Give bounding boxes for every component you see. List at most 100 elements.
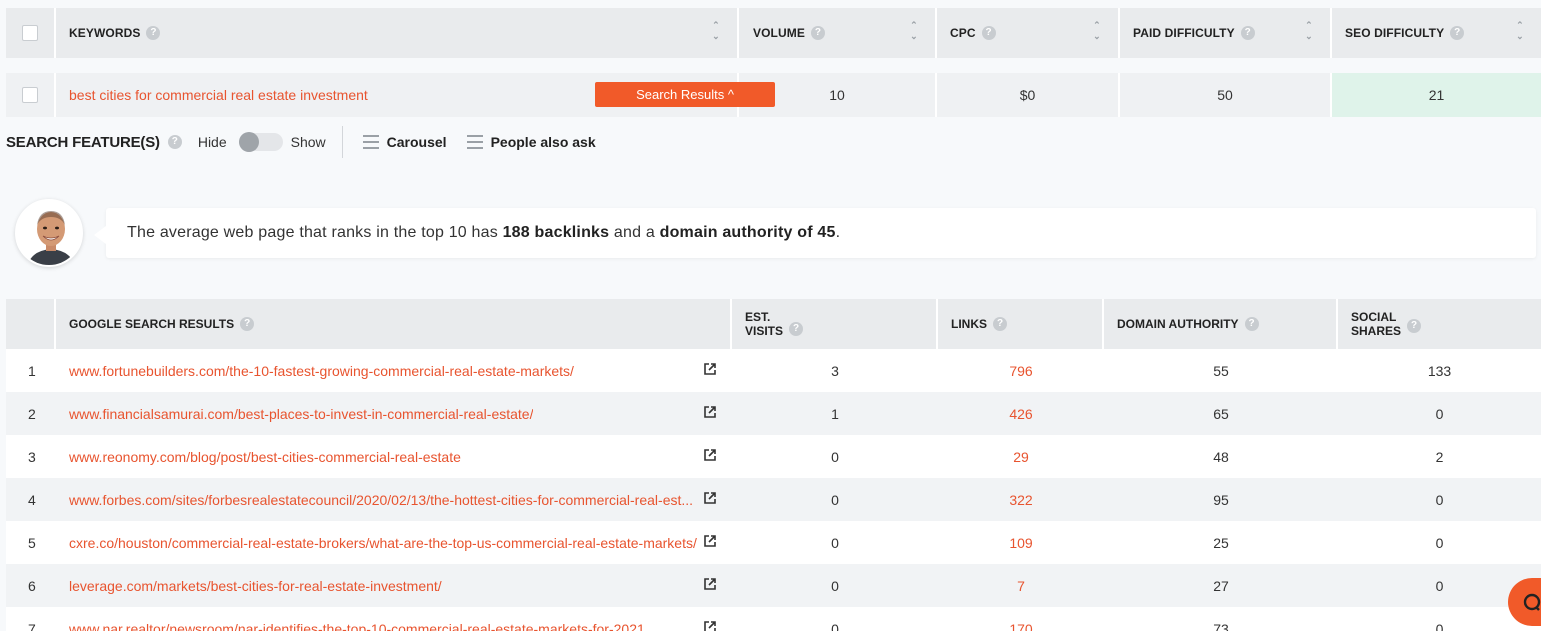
sort-icon[interactable]: ⌃ ⌄ — [1304, 20, 1314, 46]
message-prefix: The average web page that ranks in the t… — [127, 224, 503, 241]
help-icon[interactable]: ? — [1244, 317, 1259, 331]
rank: 6 — [28, 577, 36, 594]
keyword-table-header: KEYWORDS ? ⌃ ⌄ VOLUME ? ⌃ ⌄ CPC ? ⌃ ⌄ PAID … — [6, 8, 1541, 58]
links-header-label: LINKS — [951, 317, 987, 331]
message-middle: and a — [609, 224, 660, 241]
social-shares-column-header: SOCIAL SHARES ? — [1338, 299, 1541, 349]
row-checkbox[interactable] — [22, 87, 38, 103]
seo-difficulty-value: 21 — [1332, 73, 1541, 117]
social-header-label: SOCIAL SHARES — [1351, 310, 1401, 338]
domain-authority: 48 — [1213, 448, 1229, 465]
result-url-link[interactable]: leverage.com/markets/best-cities-for-rea… — [69, 578, 442, 594]
domain-authority: 25 — [1213, 534, 1229, 551]
external-link-icon[interactable] — [704, 449, 716, 461]
keyword-row: best cities for commercial real estate i… — [6, 73, 1541, 117]
help-icon[interactable]: ? — [1240, 26, 1255, 40]
results-table-header: GOOGLE SEARCH RESULTS ? EST. VISITS ? LI… — [6, 299, 1541, 349]
visits-header-line1: EST. — [745, 310, 771, 324]
message-backlinks: 188 backlinks — [502, 224, 610, 241]
rank: 1 — [28, 362, 36, 379]
external-link-icon[interactable] — [704, 406, 716, 418]
show-label: Show — [290, 134, 326, 150]
seo-difficulty-column-header[interactable]: SEO DIFFICULTY ? ⌃ ⌄ — [1332, 8, 1541, 58]
external-link-icon[interactable] — [704, 578, 716, 590]
social-header-line2: SHARES — [1351, 324, 1402, 338]
url-cell: www.reonomy.com/blog/post/best-cities-co… — [56, 435, 732, 478]
visits-column-header: EST. VISITS ? — [732, 299, 938, 349]
external-link-icon[interactable] — [704, 492, 716, 504]
external-link-icon[interactable] — [704, 363, 716, 375]
select-all-checkbox[interactable] — [22, 25, 38, 41]
est-visits: 1 — [831, 405, 839, 422]
rank: 2 — [28, 405, 36, 422]
links-count[interactable]: 426 — [938, 392, 1104, 435]
social-shares: 0 — [1435, 491, 1444, 508]
table-row: 5 cxre.co/houston/commercial-real-estate… — [6, 521, 1541, 564]
cpc-column-header[interactable]: CPC ? ⌃ ⌄ — [937, 8, 1120, 58]
links-count[interactable]: 796 — [938, 349, 1104, 392]
help-icon[interactable]: ? — [993, 317, 1007, 331]
external-link-icon[interactable] — [704, 535, 716, 547]
external-link-icon[interactable] — [704, 621, 716, 631]
sort-icon[interactable]: ⌃ ⌄ — [1515, 20, 1525, 46]
keywords-header-label: KEYWORDS — [69, 26, 141, 40]
url-cell: www.fortunebuilders.com/the-10-fastest-g… — [56, 349, 732, 392]
rank-column-header — [6, 299, 56, 349]
domain-authority-header-label: DOMAIN AUTHORITY — [1117, 317, 1239, 331]
social-shares: 2 — [1435, 448, 1444, 465]
domain-authority: 55 — [1213, 362, 1229, 379]
help-icon[interactable]: ? — [240, 317, 255, 331]
est-visits: 0 — [831, 577, 839, 594]
result-url-link[interactable]: www.forbes.com/sites/forbesrealestatecou… — [69, 492, 693, 508]
domain-authority-column-header: DOMAIN AUTHORITY ? — [1104, 299, 1338, 349]
links-count[interactable]: 170 — [938, 607, 1104, 631]
url-cell: www.financialsamurai.com/best-places-to-… — [56, 392, 732, 435]
links-count[interactable]: 322 — [938, 478, 1104, 521]
visits-header-label: EST. VISITS — [745, 310, 783, 338]
feature-people-also-ask: People also ask — [466, 134, 596, 150]
table-row: 3 www.reonomy.com/blog/post/best-cities-… — [6, 435, 1541, 478]
backlink-summary-message: The average web page that ranks in the t… — [94, 208, 1536, 258]
help-icon[interactable]: ? — [789, 322, 804, 336]
links-count[interactable]: 109 — [938, 521, 1104, 564]
result-url-link[interactable]: www.nar.realtor/newsroom/nar-identifies-… — [69, 621, 645, 631]
result-url-link[interactable]: cxre.co/houston/commercial-real-estate-b… — [69, 535, 697, 551]
help-icon[interactable]: ? — [1407, 319, 1422, 333]
results-column-header: GOOGLE SEARCH RESULTS ? — [56, 299, 732, 349]
toggle-knob — [238, 132, 259, 152]
help-icon[interactable]: ? — [167, 135, 182, 149]
sort-icon[interactable]: ⌃ ⌄ — [711, 20, 721, 46]
links-count[interactable]: 29 — [938, 435, 1104, 478]
est-visits: 0 — [831, 620, 839, 631]
paid-difficulty-value: 50 — [1120, 73, 1332, 117]
search-features-bar: SEARCH FEATURE(S) ? Hide Show Carousel P… — [6, 126, 616, 158]
volume-header-label: VOLUME — [753, 26, 805, 40]
help-icon[interactable]: ? — [810, 26, 825, 40]
message-authority: domain authority of 45 — [659, 224, 836, 241]
sort-icon[interactable]: ⌃ ⌄ — [909, 20, 919, 46]
message-suffix: . — [835, 224, 841, 241]
sort-icon[interactable]: ⌃ ⌄ — [1092, 20, 1102, 46]
result-url-link[interactable]: www.financialsamurai.com/best-places-to-… — [69, 406, 533, 422]
keyword-link[interactable]: best cities for commercial real estate i… — [69, 87, 368, 103]
feature-paa-label: People also ask — [490, 134, 596, 150]
url-cell: www.nar.realtor/newsroom/nar-identifies-… — [56, 607, 732, 631]
table-row: 2 www.financialsamurai.com/best-places-t… — [6, 392, 1541, 435]
help-icon[interactable]: ? — [981, 26, 996, 40]
domain-authority: 27 — [1213, 577, 1229, 594]
est-visits: 3 — [831, 362, 839, 379]
help-icon[interactable]: ? — [1450, 26, 1465, 40]
result-url-link[interactable]: www.fortunebuilders.com/the-10-fastest-g… — [69, 363, 574, 379]
volume-column-header[interactable]: VOLUME ? ⌃ ⌄ — [739, 8, 937, 58]
social-shares: 133 — [1427, 362, 1452, 379]
features-toggle[interactable] — [238, 132, 283, 152]
paid-difficulty-column-header[interactable]: PAID DIFFICULTY ? ⌃ ⌄ — [1120, 8, 1332, 58]
domain-authority: 65 — [1213, 405, 1229, 422]
help-icon[interactable]: ? — [146, 26, 161, 40]
result-url-link[interactable]: www.reonomy.com/blog/post/best-cities-co… — [69, 449, 461, 465]
search-results-button[interactable]: Search Results ^ — [595, 82, 775, 107]
rank: 4 — [28, 491, 36, 508]
keywords-column-header[interactable]: KEYWORDS ? ⌃ ⌄ — [56, 8, 739, 58]
links-count[interactable]: 7 — [938, 564, 1104, 607]
feature-carousel-label: Carousel — [386, 134, 447, 150]
